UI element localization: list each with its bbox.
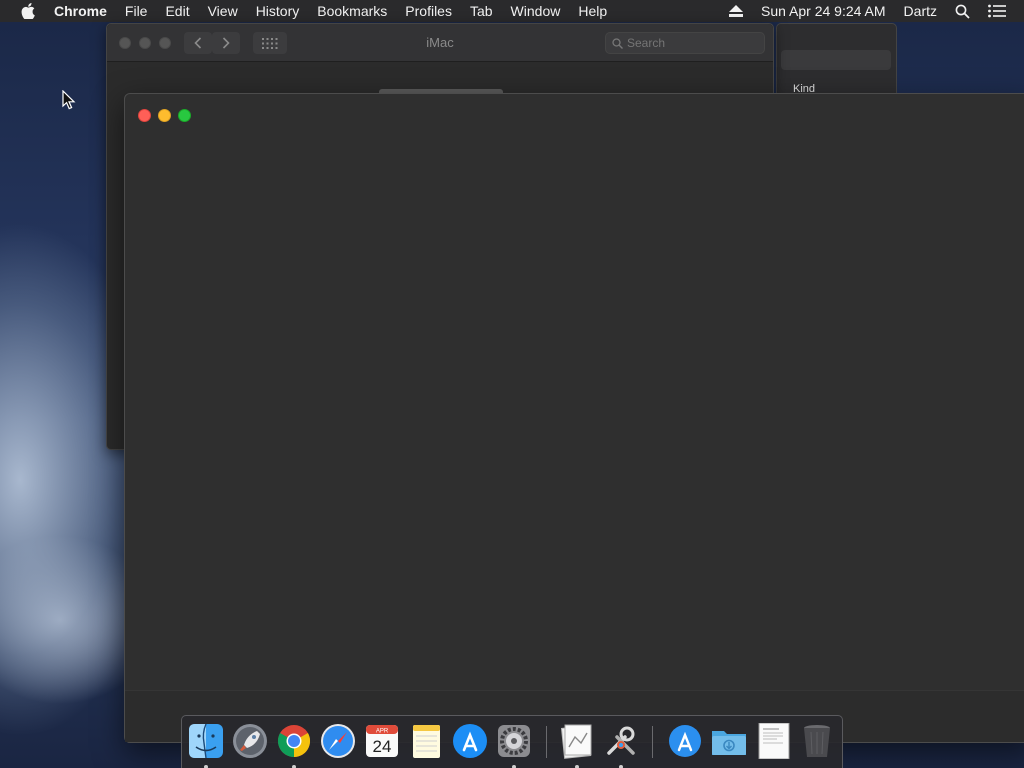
calendar-day: 24 bbox=[373, 737, 392, 756]
apple-logo-icon[interactable] bbox=[19, 2, 37, 20]
preview-icon[interactable] bbox=[558, 722, 596, 768]
system-preferences-icon[interactable] bbox=[495, 722, 533, 768]
notes-icon[interactable] bbox=[407, 722, 445, 760]
finder-search-field[interactable] bbox=[605, 32, 765, 54]
spotlight-search-icon[interactable] bbox=[955, 4, 970, 19]
menu-history[interactable]: History bbox=[256, 0, 300, 22]
menu-bar: Chrome File Edit View History Bookmarks … bbox=[0, 0, 1024, 22]
user-name[interactable]: Dartz bbox=[904, 3, 937, 19]
dock-separator bbox=[652, 726, 653, 758]
notification-center-icon[interactable] bbox=[988, 4, 1006, 18]
chrome-icon[interactable] bbox=[275, 722, 313, 768]
menu-edit[interactable]: Edit bbox=[165, 0, 189, 22]
menu-app-name[interactable]: Chrome bbox=[54, 0, 107, 22]
launchpad-icon[interactable] bbox=[231, 722, 269, 760]
info-window[interactable]: Kind bbox=[776, 23, 897, 103]
dock-separator bbox=[546, 726, 547, 758]
menu-view[interactable]: View bbox=[208, 0, 238, 22]
finder-icon[interactable] bbox=[187, 722, 225, 768]
menu-bookmarks[interactable]: Bookmarks bbox=[317, 0, 387, 22]
menubar-status-area: Sun Apr 24 9:24 AM Dartz bbox=[729, 0, 1024, 22]
app-store-icon[interactable] bbox=[451, 722, 489, 760]
mouse-pointer-icon bbox=[62, 89, 76, 115]
window-zoom-button[interactable] bbox=[178, 109, 191, 122]
clock[interactable]: Sun Apr 24 9:24 AM bbox=[761, 3, 886, 19]
search-input[interactable] bbox=[627, 36, 747, 50]
utilities-icon[interactable] bbox=[602, 722, 640, 768]
empty-chrome-window[interactable] bbox=[124, 93, 1024, 743]
window-close-button[interactable] bbox=[138, 109, 151, 122]
eject-icon[interactable] bbox=[729, 5, 744, 17]
finder-toolbar: iMac bbox=[107, 24, 773, 62]
menu-help[interactable]: Help bbox=[578, 0, 607, 22]
document-stack-icon[interactable] bbox=[754, 722, 792, 760]
dock: APR 24 bbox=[181, 715, 843, 768]
menu-profiles[interactable]: Profiles bbox=[405, 0, 452, 22]
menu-tab[interactable]: Tab bbox=[470, 0, 493, 22]
applications-folder-icon[interactable] bbox=[666, 722, 704, 760]
calendar-month: APR bbox=[376, 729, 389, 735]
window-minimize-button[interactable] bbox=[158, 109, 171, 122]
trash-icon[interactable] bbox=[798, 722, 836, 760]
menu-file[interactable]: File bbox=[125, 0, 148, 22]
downloads-folder-icon[interactable] bbox=[710, 722, 748, 760]
calendar-icon[interactable]: APR 24 bbox=[363, 722, 401, 760]
search-icon bbox=[612, 37, 623, 49]
info-field[interactable] bbox=[781, 50, 891, 70]
safari-icon[interactable] bbox=[319, 722, 357, 760]
menu-window[interactable]: Window bbox=[511, 0, 561, 22]
